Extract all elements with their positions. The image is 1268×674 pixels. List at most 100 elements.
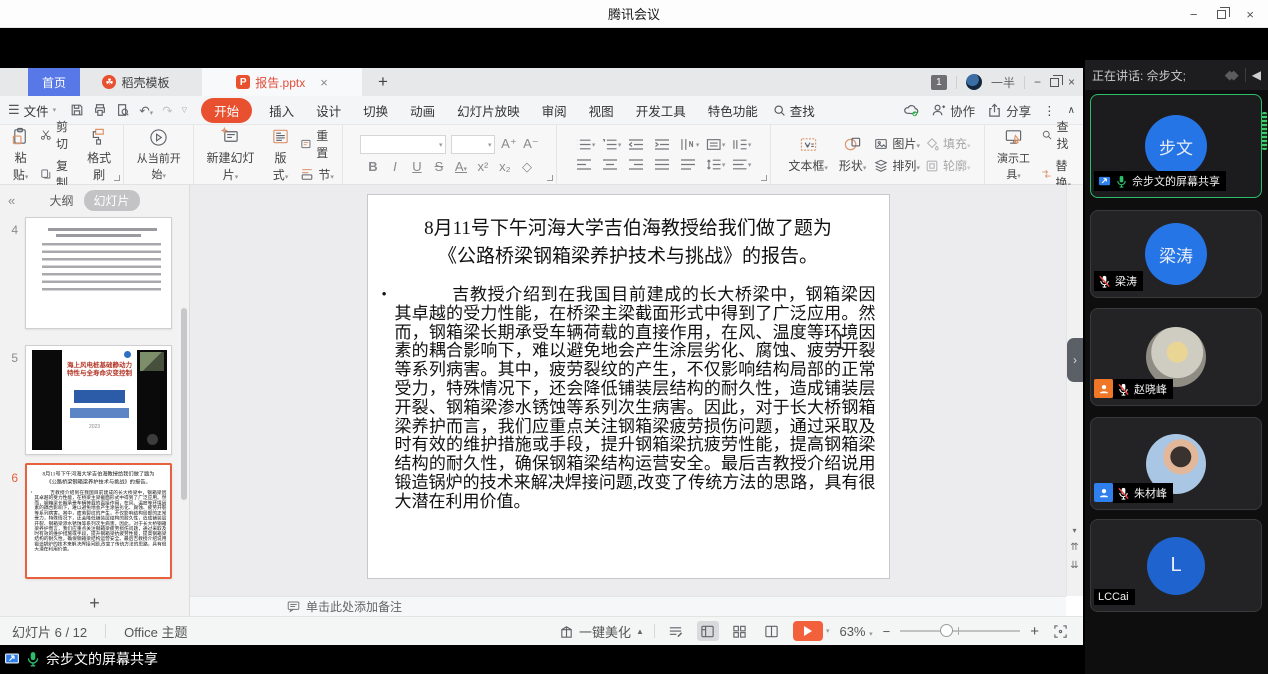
tab-close-icon[interactable]: ×	[320, 75, 328, 90]
line-spacing-button[interactable]: ▾	[706, 158, 725, 172]
redo-icon[interactable]: ↷	[162, 103, 172, 118]
find-menu[interactable]: 查找	[773, 101, 815, 120]
file-menu[interactable]: ☰ 文件 ▾	[8, 101, 56, 120]
collab-button[interactable]: 协作	[931, 101, 975, 120]
font-name-select[interactable]: ▾	[360, 135, 446, 154]
fit-slide-button[interactable]	[1049, 621, 1071, 641]
participant-tile[interactable]: 朱材峰	[1090, 417, 1262, 510]
clear-format-button[interactable]: ◇	[518, 159, 535, 175]
print-icon[interactable]	[93, 103, 107, 117]
menu-item-animation[interactable]: 动画	[399, 101, 446, 120]
format-painter-button[interactable]: 格式刷	[81, 127, 118, 183]
menu-item-features[interactable]: 特色功能	[697, 101, 769, 120]
scroll-down-icon[interactable]: ▾	[1072, 526, 1076, 535]
undo-icon[interactable]: ↶▾	[139, 103, 153, 118]
save-icon[interactable]	[70, 103, 84, 117]
minimize-icon[interactable]: −	[1190, 7, 1198, 22]
presentation-tools-button[interactable]: 演示工具▾	[991, 128, 1035, 182]
next-slide-icon[interactable]: ⇊	[1070, 560, 1078, 571]
fill-button[interactable]: 填充▾	[925, 135, 971, 152]
zoom-level[interactable]: 63% ▾	[839, 624, 872, 639]
theme-name[interactable]: Office 主题	[124, 622, 187, 641]
outline-tab[interactable]: 大纲	[49, 192, 73, 209]
beautify-button[interactable]: 一键美化 ▲	[559, 622, 644, 641]
participant-tile[interactable]: L LCCai	[1090, 519, 1262, 612]
tab-template[interactable]: ☘ 稻壳模板	[80, 68, 192, 96]
bold-button[interactable]: B	[364, 159, 381, 174]
collapse-panel-icon[interactable]: «	[8, 193, 15, 208]
new-tab-button[interactable]: +	[378, 72, 388, 92]
account-label[interactable]: 一半	[991, 74, 1015, 91]
align-center-button[interactable]	[602, 158, 621, 172]
picture-button[interactable]: 图片▾	[874, 135, 920, 152]
zoom-out-button[interactable]: −	[883, 624, 891, 639]
cloud-sync-icon[interactable]	[904, 103, 919, 118]
add-slide-button[interactable]: +	[0, 593, 189, 614]
reading-view-button[interactable]	[761, 621, 783, 641]
customize-toolbar-icon[interactable]: ▽	[182, 106, 187, 114]
slide-page[interactable]: 8月11号下午河海大学吉伯海教授给我们做了题为 《公路桥梁钢箱梁养护技术与挑战》…	[368, 195, 889, 578]
outline-button[interactable]: 轮廓▾	[925, 157, 971, 174]
slide-thumbnail-5[interactable]: 海上风电桩基础静动力特性与全寿命灾变控制 2023	[25, 345, 172, 455]
close-icon[interactable]: ×	[1246, 7, 1254, 22]
numbering-button[interactable]: ▾	[602, 138, 621, 152]
paragraph-settings-button[interactable]: ▾	[732, 158, 751, 172]
menu-item-design[interactable]: 设计	[305, 101, 352, 120]
columns-button[interactable]: ▾	[732, 138, 751, 152]
zoom-slider-knob[interactable]	[940, 624, 953, 637]
menu-item-review[interactable]: 审阅	[531, 101, 578, 120]
more-menu-icon[interactable]: ⋮	[1043, 103, 1056, 118]
font-color-button[interactable]: A▾	[452, 159, 469, 174]
notes-bar[interactable]: 单击此处添加备注	[190, 596, 1066, 616]
slideshow-play-button[interactable]	[793, 621, 823, 641]
slide-thumbnail-4[interactable]	[25, 217, 172, 329]
increase-indent-button[interactable]	[654, 138, 673, 152]
avatar[interactable]	[966, 74, 982, 90]
distribute-button[interactable]	[680, 158, 699, 172]
play-options-icon[interactable]: ▾	[826, 627, 830, 635]
notes-view-button[interactable]	[665, 621, 687, 641]
paste-button[interactable]: 粘贴▾	[6, 127, 35, 183]
increase-font-icon[interactable]: A⁺	[500, 136, 517, 152]
align-left-button[interactable]	[576, 158, 595, 172]
layout-button[interactable]: 版式▾	[266, 127, 296, 183]
participant-tile[interactable]: 赵晓峰	[1090, 308, 1262, 406]
wps-restore-icon[interactable]	[1050, 78, 1059, 87]
reset-button[interactable]: 重置	[300, 127, 336, 161]
arrange-button[interactable]: 排列▾	[874, 157, 920, 174]
participant-tile-sharing[interactable]: 步文 佘步文的屏幕共享	[1090, 94, 1262, 198]
panel-scrollbar-thumb[interactable]	[181, 308, 187, 500]
participant-tile[interactable]: 梁涛 梁涛	[1090, 210, 1262, 298]
superscript-button[interactable]: x²	[474, 159, 491, 174]
align-text-button[interactable]: ▾	[706, 138, 725, 152]
textbox-button[interactable]: 文本框▾	[785, 135, 831, 174]
slide-canvas[interactable]: 8月11号下午河海大学吉伯海教授给我们做了题为 《公路桥梁钢箱梁养护技术与挑战》…	[190, 185, 1066, 596]
bullets-button[interactable]: ▾	[576, 138, 595, 152]
wps-close-icon[interactable]: ×	[1068, 75, 1075, 89]
slide-sorter-button[interactable]	[729, 621, 751, 641]
text-direction-button[interactable]: ▾	[680, 138, 699, 152]
slide-thumbnail-6-selected[interactable]: 8月11号下午河海大学吉伯海教授给我们做了题为 《公路桥梁钢箱梁养护技术与挑战》…	[25, 463, 172, 579]
cut-button[interactable]: 剪切	[40, 118, 76, 152]
menu-item-home[interactable]: 开始	[201, 98, 252, 123]
tab-document[interactable]: P 报告.pptx ×	[202, 68, 362, 96]
slides-tab[interactable]: 幻灯片	[84, 190, 140, 211]
menu-item-devtools[interactable]: 开发工具	[625, 101, 697, 120]
justify-button[interactable]	[654, 158, 673, 172]
underline-button[interactable]: U	[408, 159, 425, 174]
shapes-button[interactable]: 形状▾	[836, 135, 870, 174]
zoom-in-button[interactable]: +	[1030, 623, 1039, 640]
new-slide-button[interactable]: 新建幻灯片▾	[200, 127, 261, 183]
zoom-slider[interactable]	[900, 621, 1020, 641]
font-size-select[interactable]: ▾	[451, 135, 495, 154]
collapse-ribbon-icon[interactable]: ∧	[1068, 105, 1075, 116]
print-preview-icon[interactable]	[116, 103, 130, 117]
previous-slide-icon[interactable]: ⇈	[1070, 542, 1078, 553]
decrease-font-icon[interactable]: A⁻	[522, 136, 539, 152]
align-right-button[interactable]	[628, 158, 647, 172]
strikethrough-button[interactable]: S	[430, 159, 447, 174]
find-button[interactable]: 查找	[1041, 118, 1077, 152]
section-button[interactable]: 节▾	[300, 166, 336, 183]
collapse-sidebar-icon[interactable]: ◀	[1252, 68, 1261, 82]
play-from-current-button[interactable]: 从当前开始▾	[130, 128, 187, 182]
